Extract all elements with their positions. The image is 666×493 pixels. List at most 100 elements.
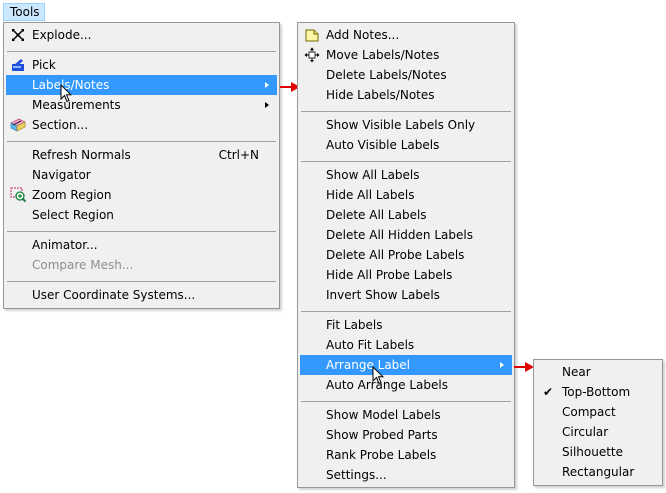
menu-item-silhouette-label: Silhouette (562, 445, 624, 459)
separator (301, 401, 511, 402)
menu-item-auto-arrange-labels-label: Auto Arrange Labels (326, 378, 448, 392)
menu-item-top-bottom-label: Top-Bottom (562, 385, 631, 399)
menubar-tools[interactable]: Tools (3, 3, 45, 21)
menu-item-hide-all-labels[interactable]: Hide All Labels (300, 185, 512, 205)
menu-item-measurements[interactable]: Measurements (6, 95, 277, 115)
menu-item-show-all-labels-label: Show All Labels (326, 168, 420, 182)
menu-item-auto-visible-labels-label: Auto Visible Labels (326, 138, 440, 152)
menu-item-auto-fit-labels-label: Auto Fit Labels (326, 338, 415, 352)
menu-item-compact[interactable]: Compact (536, 402, 660, 422)
menu-item-near-label: Near (562, 365, 591, 379)
menu-item-auto-fit-labels[interactable]: Auto Fit Labels (300, 335, 512, 355)
menu-item-animator[interactable]: Animator... (6, 235, 277, 255)
menu-item-zoom-region-label: Zoom Region (32, 188, 112, 202)
menu-item-user-coordinate-systems-label: User Coordinate Systems... (32, 288, 196, 302)
menu-item-settings[interactable]: Settings... (300, 465, 512, 485)
menu-item-show-model-labels-label: Show Model Labels (326, 408, 441, 422)
menu-item-navigator[interactable]: Navigator (6, 165, 277, 185)
menu-item-top-bottom[interactable]: ✔ Top-Bottom (536, 382, 660, 402)
menu-item-compare-mesh: Compare Mesh... (6, 255, 277, 275)
menu-item-compare-mesh-label: Compare Mesh... (32, 258, 134, 272)
menu-item-show-probed-parts[interactable]: Show Probed Parts (300, 425, 512, 445)
pick-icon (12, 59, 24, 71)
menu-item-move-labels-notes-label: Move Labels/Notes (326, 48, 440, 62)
menu-item-delete-labels-notes-label: Delete Labels/Notes (326, 68, 447, 82)
menu-item-select-region[interactable]: Select Region (6, 205, 277, 225)
labels-notes-submenu: Add Notes... Move Labels/Notes Delete La… (297, 22, 515, 488)
menu-item-rectangular-label: Rectangular (562, 465, 635, 479)
menu-item-hide-all-probe-labels[interactable]: Hide All Probe Labels (300, 265, 512, 285)
menu-item-arrange-label-label: Arrange Label (326, 358, 411, 372)
menu-item-add-notes-label: Add Notes... (326, 28, 400, 42)
menu-item-invert-show-labels[interactable]: Invert Show Labels (300, 285, 512, 305)
tools-menu: Explode... Pick Labels/Notes Measurement… (3, 22, 280, 309)
menu-item-fit-labels-label: Fit Labels (326, 318, 383, 332)
pointer-arrow-icon (514, 362, 534, 372)
menu-item-zoom-region[interactable]: Zoom Region (6, 185, 277, 205)
menu-item-fit-labels[interactable]: Fit Labels (300, 315, 512, 335)
menu-item-section[interactable]: Section... (6, 115, 277, 135)
menu-item-compact-label: Compact (562, 405, 616, 419)
menu-item-hide-labels-notes-label: Hide Labels/Notes (326, 88, 435, 102)
menu-item-delete-all-hidden-labels[interactable]: Delete All Hidden Labels (300, 225, 512, 245)
menu-item-section-label: Section... (32, 118, 89, 132)
submenu-arrow-icon (265, 82, 269, 88)
menu-item-settings-label: Settings... (326, 468, 387, 482)
menu-item-explode-label: Explode... (32, 28, 92, 42)
separator (301, 161, 511, 162)
menu-item-silhouette[interactable]: Silhouette (536, 442, 660, 462)
menu-item-refresh-normals[interactable]: Refresh Normals Ctrl+N (6, 145, 277, 165)
menu-item-hide-labels-notes[interactable]: Hide Labels/Notes (300, 85, 512, 105)
menu-item-measurements-label: Measurements (32, 98, 121, 112)
menu-item-add-notes[interactable]: Add Notes... (300, 25, 512, 45)
menu-item-show-model-labels[interactable]: Show Model Labels (300, 405, 512, 425)
menu-item-show-probed-parts-label: Show Probed Parts (326, 428, 438, 442)
menu-item-hide-all-labels-label: Hide All Labels (326, 188, 415, 202)
menu-item-delete-all-hidden-labels-label: Delete All Hidden Labels (326, 228, 473, 242)
separator (301, 311, 511, 312)
menu-item-show-all-labels[interactable]: Show All Labels (300, 165, 512, 185)
separator (7, 141, 276, 142)
menu-item-refresh-normals-label: Refresh Normals (32, 148, 131, 162)
menu-item-auto-arrange-labels[interactable]: Auto Arrange Labels (300, 375, 512, 395)
menu-item-labels-notes[interactable]: Labels/Notes (6, 75, 277, 95)
menu-item-arrange-label[interactable]: Arrange Label (300, 355, 512, 375)
submenu-arrow-icon (500, 362, 504, 368)
menu-item-delete-all-labels[interactable]: Delete All Labels (300, 205, 512, 225)
menu-item-delete-all-probe-labels-label: Delete All Probe Labels (326, 248, 465, 262)
menu-item-delete-labels-notes[interactable]: Delete Labels/Notes (300, 65, 512, 85)
menu-item-rectangular[interactable]: Rectangular (536, 462, 660, 482)
menu-item-circular-label: Circular (562, 425, 609, 439)
separator (7, 281, 276, 282)
arrange-label-submenu: Near ✔ Top-Bottom Compact Circular Silho… (533, 359, 663, 486)
menu-item-explode[interactable]: Explode... (6, 25, 277, 45)
menu-item-delete-all-probe-labels[interactable]: Delete All Probe Labels (300, 245, 512, 265)
menu-item-rank-probe-labels[interactable]: Rank Probe Labels (300, 445, 512, 465)
menu-item-circular[interactable]: Circular (536, 422, 660, 442)
separator (7, 231, 276, 232)
menu-item-user-coordinate-systems[interactable]: User Coordinate Systems... (6, 285, 277, 305)
note-icon (305, 29, 319, 42)
menu-item-rank-probe-labels-label: Rank Probe Labels (326, 448, 437, 462)
checkmark-icon: ✔ (543, 385, 554, 399)
mouse-cursor-icon (372, 366, 384, 385)
menu-item-animator-label: Animator... (32, 238, 98, 252)
menu-item-auto-visible-labels[interactable]: Auto Visible Labels (300, 135, 512, 155)
menu-item-navigator-label: Navigator (32, 168, 91, 182)
menu-item-move-labels-notes[interactable]: Move Labels/Notes (300, 45, 512, 65)
menu-item-invert-show-labels-label: Invert Show Labels (326, 288, 440, 302)
menu-item-show-visible-labels-only-label: Show Visible Labels Only (326, 118, 476, 132)
menu-item-pick-label: Pick (32, 58, 56, 72)
menu-item-show-visible-labels-only[interactable]: Show Visible Labels Only (300, 115, 512, 135)
menu-item-near[interactable]: Near (536, 362, 660, 382)
zoom-region-icon (10, 187, 26, 203)
move-arrows-icon (304, 47, 320, 63)
menu-item-select-region-label: Select Region (32, 208, 114, 222)
separator (7, 51, 276, 52)
mouse-cursor-icon (60, 84, 72, 103)
menu-item-pick[interactable]: Pick (6, 55, 277, 75)
explode-icon (12, 29, 24, 41)
menu-item-delete-all-labels-label: Delete All Labels (326, 208, 427, 222)
separator (301, 111, 511, 112)
shortcut-label: Ctrl+N (218, 148, 259, 162)
